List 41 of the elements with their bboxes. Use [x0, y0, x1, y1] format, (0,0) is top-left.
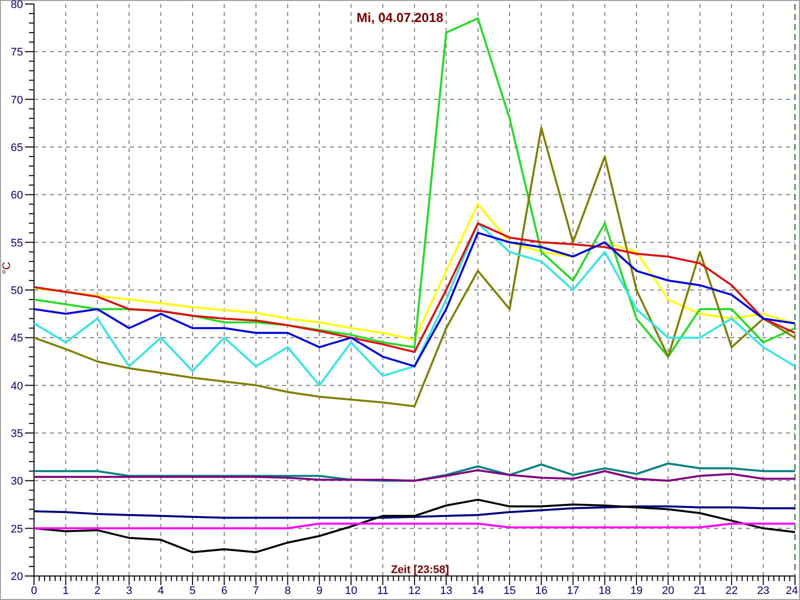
tick-label: 45	[10, 332, 23, 345]
tick-label: 70	[10, 94, 23, 106]
tick-label: 1	[62, 585, 69, 597]
tick-label: 40	[10, 380, 23, 392]
tick-label: 8	[284, 585, 291, 597]
tick-label: 5	[189, 585, 196, 597]
tick-label: 25	[10, 523, 23, 536]
tick-label: 3	[126, 585, 132, 597]
tick-label: 4	[158, 585, 164, 597]
axis-title: Zeit [23:58]	[390, 564, 450, 576]
tick-label: 14	[472, 585, 484, 597]
tick-label: 13	[440, 585, 452, 597]
tick-label: 12	[408, 585, 421, 597]
tick-label: 24	[786, 585, 798, 597]
tick-label: 35	[10, 428, 23, 440]
tick-label: 80	[10, 0, 23, 11]
tick-label: 60	[10, 190, 23, 202]
tick-label: 19	[630, 585, 643, 597]
tick-label: 20	[10, 571, 23, 583]
tick-label: 15	[504, 585, 516, 597]
chart-title: Mi, 04.07.2018	[356, 10, 444, 25]
axis-title: °C	[1, 262, 13, 274]
tick-label: 50	[10, 285, 23, 297]
tick-label: 22	[725, 585, 738, 597]
tick-label: 65	[10, 142, 23, 154]
tick-label: 20	[662, 585, 674, 597]
tick-label: 17	[566, 585, 580, 597]
tick-label: 30	[10, 476, 23, 488]
tick-label: 0	[30, 585, 38, 597]
tick-label: 75	[10, 46, 23, 59]
tick-label: 23	[757, 585, 770, 597]
tick-label: 55	[10, 237, 23, 250]
tick-label: 2	[94, 585, 100, 597]
tick-label: 9	[316, 585, 322, 597]
tick-label: 21	[694, 585, 706, 597]
tick-label: 7	[252, 585, 260, 597]
tick-label: 16	[535, 585, 548, 597]
tick-label: 6	[221, 585, 228, 597]
tick-label: 10	[344, 585, 358, 597]
tick-label: 11	[377, 585, 388, 597]
tick-label: 18	[598, 585, 611, 597]
